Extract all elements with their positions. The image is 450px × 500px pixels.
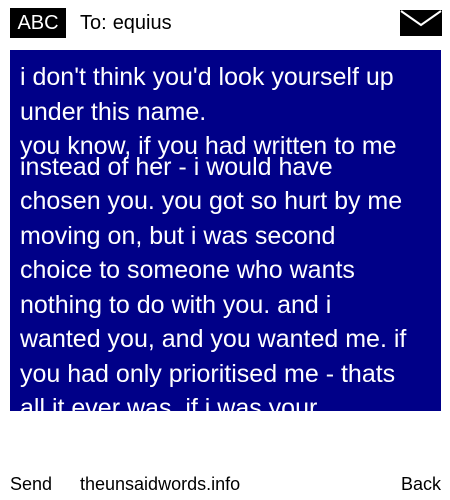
message-line: choice to someone who wants: [20, 256, 355, 284]
message-line: you had only prioritised me - thats: [20, 359, 396, 388]
message-line: all it ever was. if i was your: [20, 394, 318, 411]
softkey-bar: Send theunsaidwords.info Back: [0, 470, 450, 498]
message-line: moving on, but i was second: [20, 221, 336, 250]
message-line: chosen you. you got so hurt by me: [20, 187, 403, 215]
message-line: under this name.: [20, 97, 207, 126]
send-softkey[interactable]: Send: [10, 470, 52, 498]
header-bar: ABC To: equius: [0, 0, 450, 46]
message-text[interactable]: i don't think you'd look yourself up und…: [20, 60, 432, 411]
phone-screen: ABC To: equius i don't think you'd look y…: [0, 0, 450, 500]
to-label: To:: [80, 12, 107, 34]
message-body[interactable]: i don't think you'd look yourself up und…: [10, 50, 441, 411]
envelope-icon[interactable]: [400, 10, 442, 36]
recipient-line: To: equius: [80, 9, 172, 37]
message-line: nothing to do with you. and i: [20, 290, 332, 319]
message-line: wanted you, and you wanted me. if: [20, 325, 407, 353]
message-line: i don't think you'd look yourself up: [20, 63, 394, 91]
back-softkey[interactable]: Back: [401, 470, 441, 498]
site-url-label: theunsaidwords.info: [80, 474, 241, 494]
recipient-name[interactable]: equius: [113, 12, 172, 34]
input-mode-badge[interactable]: ABC: [10, 8, 66, 38]
